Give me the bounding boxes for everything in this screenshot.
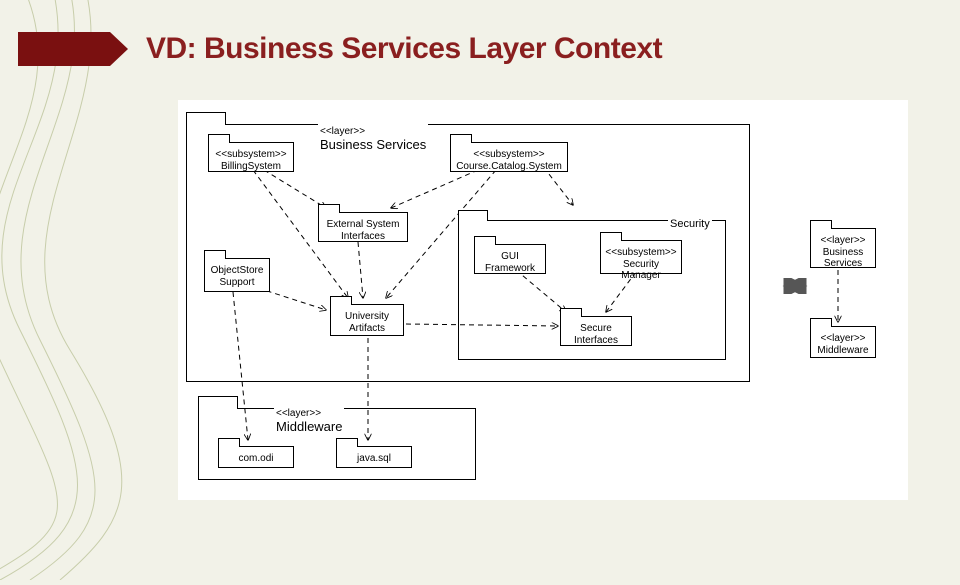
pkg-billing: <<subsystem>> BillingSystem <box>208 142 294 172</box>
side-mw: <<layer>> Middleware <box>810 326 876 358</box>
side-bs: <<layer>> Business Services <box>810 228 876 268</box>
pkg-javasql: java.sql <box>336 446 412 468</box>
background-swirl <box>0 0 200 580</box>
pkg-univart: University Artifacts <box>330 304 404 336</box>
pkg-comodi: com.odi <box>218 446 294 468</box>
slide-title: VD: Business Services Layer Context <box>146 32 662 66</box>
uml-diagram: <<layer>> Business Services <<subsystem>… <box>178 100 908 500</box>
pkg-objstore: ObjectStore Support <box>204 258 270 292</box>
pkg-catalog: <<subsystem>> Course.Catalog.System <box>450 142 568 172</box>
bidirectional-arrow-icon <box>782 278 808 299</box>
pkg-extsys: External System Interfaces <box>318 212 408 242</box>
layer-bs-label: <<layer>> Business Services <box>318 122 428 152</box>
pkg-security-label: Security <box>668 218 712 230</box>
slide-title-bar: VD: Business Services Layer Context <box>18 32 662 66</box>
layer-mw-label: <<layer>> Middleware <box>274 404 344 434</box>
chevron-icon <box>18 32 128 66</box>
pkg-secif: Secure Interfaces <box>560 316 632 346</box>
pkg-secmgr: <<subsystem>> Security Manager <box>600 240 682 274</box>
pkg-guifw: GUI Framework <box>474 244 546 274</box>
